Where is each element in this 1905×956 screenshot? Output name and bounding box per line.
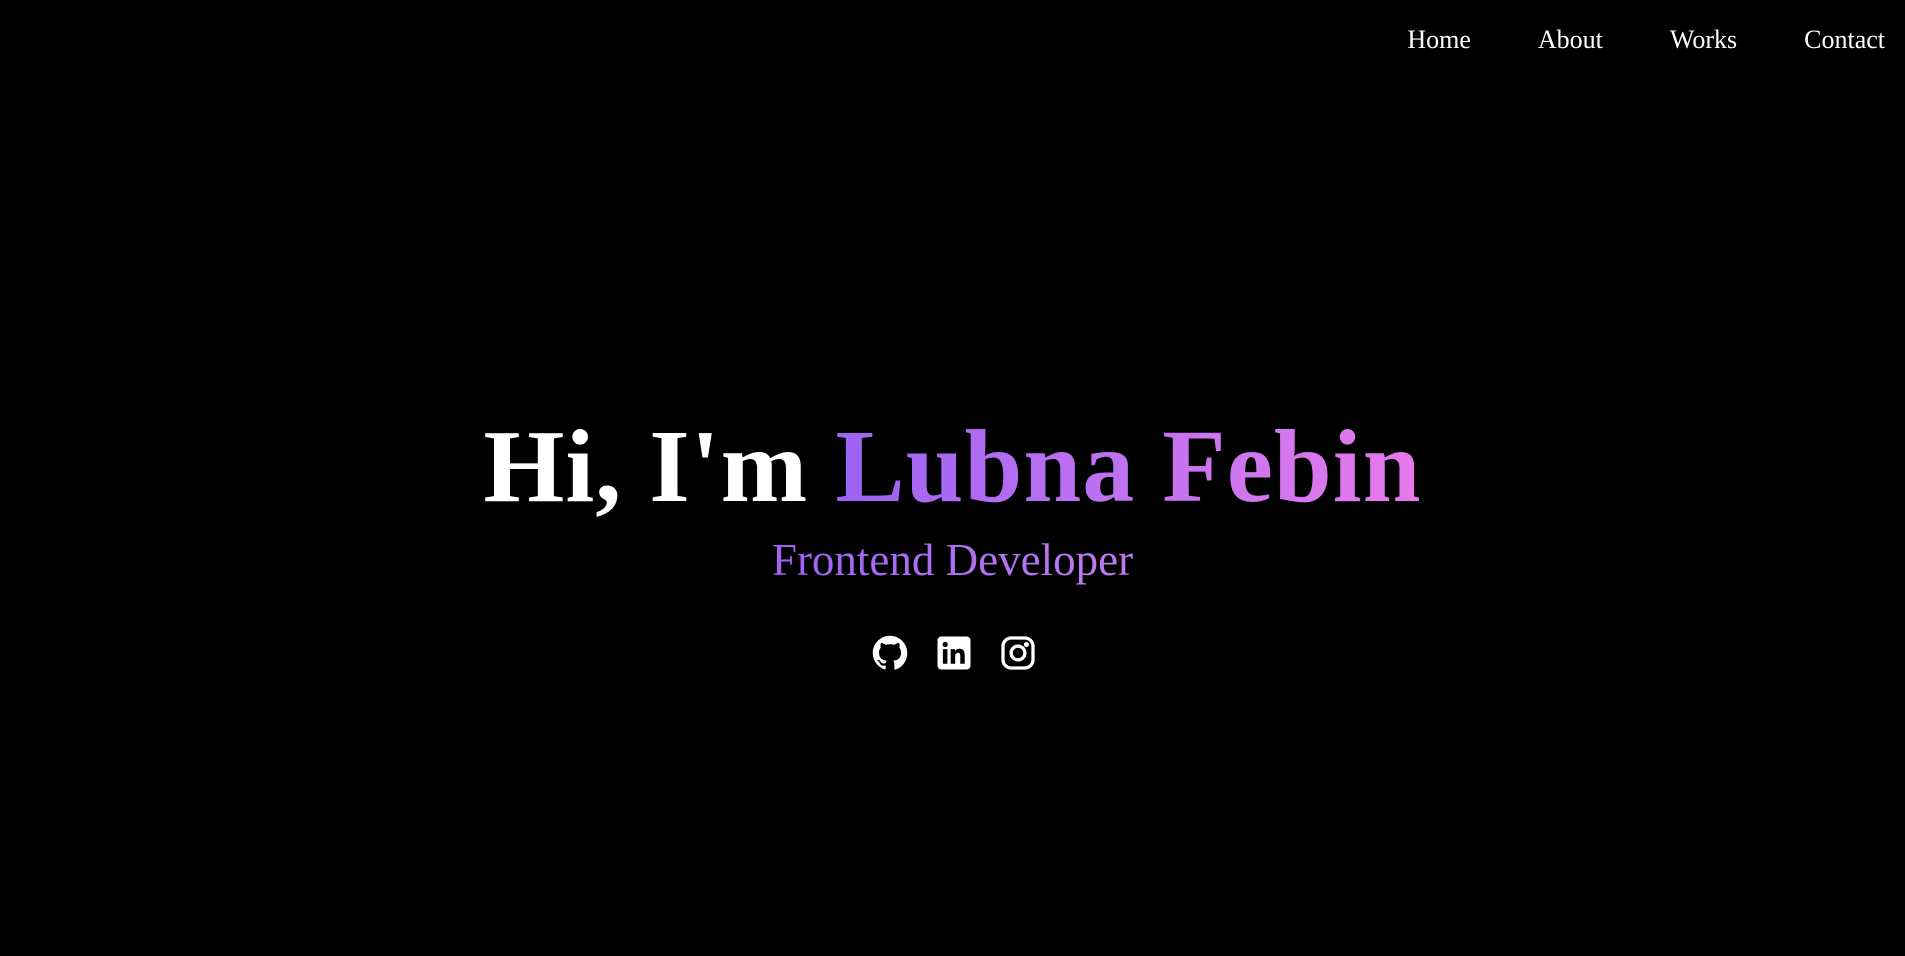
linkedin-icon (937, 636, 971, 670)
hero-role: Frontend Developer (771, 535, 1134, 585)
hero-greeting: Hi, I'm (483, 409, 836, 524)
github-link[interactable] (872, 635, 908, 671)
hero-name: Lubna Febin (835, 409, 1422, 524)
page: Home About Works Contact Hi, I'm Lubna F… (0, 0, 1905, 956)
hero-headline: Hi, I'm Lubna Febin (0, 405, 1905, 529)
instagram-link[interactable] (1000, 635, 1036, 671)
nav-works-link[interactable]: Works (1670, 22, 1737, 58)
linkedin-link[interactable] (936, 635, 972, 671)
top-nav: Home About Works Contact (1407, 22, 1885, 58)
nav-about-link[interactable]: About (1538, 22, 1603, 58)
social-links (3, 635, 1905, 671)
nav-contact-link[interactable]: Contact (1804, 22, 1885, 58)
hero-section: Hi, I'm Lubna Febin Frontend Developer (0, 405, 1905, 671)
instagram-icon (1001, 636, 1035, 670)
github-icon (872, 635, 908, 670)
nav-home-link[interactable]: Home (1407, 22, 1471, 58)
